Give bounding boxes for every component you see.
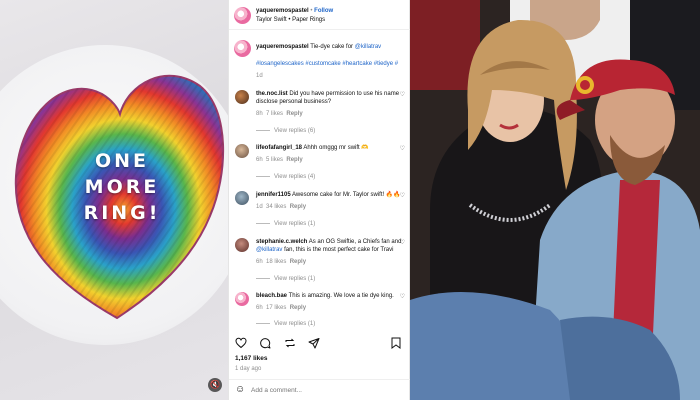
reply-button[interactable]: Reply bbox=[290, 259, 306, 265]
comment-avatar[interactable] bbox=[235, 292, 249, 306]
caption-time: 1d bbox=[256, 73, 263, 79]
bookmark-icon[interactable] bbox=[391, 336, 401, 354]
view-replies-line bbox=[256, 222, 270, 224]
reply-button[interactable]: Reply bbox=[286, 111, 302, 117]
comment-username[interactable]: the.noc.list bbox=[256, 91, 288, 97]
cake-text-line-3: RING! bbox=[83, 202, 161, 224]
view-replies-line bbox=[256, 322, 270, 324]
profile-avatar[interactable] bbox=[234, 7, 251, 24]
comment-text: As an OG Swiftie, a Chiefs fan and bbox=[308, 239, 402, 245]
reply-button[interactable]: Reply bbox=[290, 305, 306, 311]
couple-photo bbox=[410, 0, 700, 400]
comment-likes[interactable]: 18 likes bbox=[266, 259, 286, 265]
comment-heart-icon[interactable]: ♡ bbox=[400, 293, 405, 300]
heart-icon[interactable] bbox=[235, 336, 247, 354]
view-replies-line bbox=[256, 129, 270, 131]
follow-button[interactable]: Follow bbox=[314, 8, 333, 14]
posted-ago: 1 day ago bbox=[235, 366, 262, 372]
comment-heart-icon[interactable]: ♡ bbox=[400, 239, 405, 246]
comment-username[interactable]: lifeofafangirl_18 bbox=[256, 145, 302, 151]
cake-text-line-2: MORE bbox=[84, 176, 160, 198]
reply-button[interactable]: Reply bbox=[286, 157, 302, 163]
instagram-post-panel: yaqueremospastel • Follow Taylor Swift •… bbox=[228, 0, 411, 400]
comment-time: 6h bbox=[256, 157, 263, 163]
action-bar bbox=[235, 336, 328, 350]
view-replies-button[interactable]: View replies (1) bbox=[256, 320, 315, 328]
add-comment-bar: ☺ bbox=[229, 379, 411, 400]
cake-photo: ONE MORE RING! 🔇 bbox=[0, 0, 228, 400]
comment-text-line2: disclose personal business? bbox=[256, 99, 332, 105]
comment-text: This is amazing. We love a tie dye king. bbox=[288, 293, 394, 299]
header-subtitle[interactable]: Taylor Swift • Paper Rings bbox=[256, 16, 325, 24]
view-replies-line bbox=[256, 277, 270, 279]
view-replies-button[interactable]: View replies (4) bbox=[256, 173, 315, 181]
comment-mention[interactable]: @killatrav bbox=[256, 247, 282, 253]
comment-heart-icon[interactable]: ♡ bbox=[400, 192, 405, 199]
comment-heart-icon[interactable]: ♡ bbox=[400, 145, 405, 152]
view-replies-button[interactable]: View replies (1) bbox=[256, 220, 315, 228]
view-replies-label: View replies (4) bbox=[274, 174, 316, 180]
header-username[interactable]: yaqueremospastel bbox=[256, 8, 309, 14]
comment-time: 6h bbox=[256, 259, 263, 265]
comment-heart-icon[interactable]: ♡ bbox=[400, 91, 405, 98]
comment-text: Awesome cake for Mr. Taylor swift! 🔥🔥 bbox=[292, 192, 401, 198]
add-comment-input[interactable] bbox=[251, 385, 401, 396]
comment-avatar[interactable] bbox=[235, 191, 249, 205]
view-replies-label: View replies (6) bbox=[274, 128, 316, 134]
view-replies-label: View replies (1) bbox=[274, 321, 316, 327]
comment-time: 8h bbox=[256, 111, 263, 117]
caption-username[interactable]: yaqueremospastel bbox=[256, 44, 309, 50]
emoji-icon[interactable]: ☺ bbox=[235, 385, 245, 395]
volume-muted-icon[interactable]: 🔇 bbox=[208, 378, 222, 392]
view-replies-button[interactable]: View replies (6) bbox=[256, 127, 315, 135]
caption-text: Tie-dye cake for bbox=[310, 44, 355, 50]
caption-avatar[interactable] bbox=[234, 40, 251, 57]
post-header: yaqueremospastel • Follow Taylor Swift •… bbox=[229, 0, 411, 30]
cake-text-line-1: ONE bbox=[94, 150, 150, 172]
repost-icon[interactable] bbox=[284, 336, 296, 354]
view-replies-button[interactable]: View replies (1) bbox=[256, 275, 315, 283]
comment-avatar[interactable] bbox=[235, 144, 249, 158]
caption-hashtags[interactable]: #losangelescakes #customcake #heartcake … bbox=[256, 60, 398, 68]
comment-text: Did you have permission to use his name bbox=[289, 91, 400, 97]
comment-username[interactable]: stephanie.c.welch bbox=[256, 239, 307, 245]
comment-icon[interactable] bbox=[259, 336, 271, 354]
comment-likes[interactable]: 5 likes bbox=[266, 157, 283, 163]
comment-text-line2: fan, this is the most perfect cake for T… bbox=[282, 247, 394, 253]
view-replies-label: View replies (1) bbox=[274, 276, 316, 282]
comment-avatar[interactable] bbox=[235, 90, 249, 104]
likes-count[interactable]: 1,167 likes bbox=[235, 355, 268, 363]
comment-time: 1d bbox=[256, 204, 263, 210]
view-replies-label: View replies (1) bbox=[274, 221, 316, 227]
header-separator: • bbox=[310, 8, 313, 14]
comment-likes[interactable]: 17 likes bbox=[266, 305, 286, 311]
share-icon[interactable] bbox=[308, 336, 320, 354]
comment-avatar[interactable] bbox=[235, 238, 249, 252]
comment-text: Ahhh omggg mr swift 🫶 bbox=[303, 145, 369, 151]
comment-username[interactable]: jennifer1105 bbox=[256, 192, 291, 198]
comment-username[interactable]: bleach.bae bbox=[256, 293, 287, 299]
view-replies-line bbox=[256, 175, 270, 177]
comment-likes[interactable]: 7 likes bbox=[266, 111, 283, 117]
reply-button[interactable]: Reply bbox=[290, 204, 306, 210]
comment-time: 6h bbox=[256, 305, 263, 311]
comment-likes[interactable]: 34 likes bbox=[266, 204, 286, 210]
caption-mention[interactable]: @killatrav bbox=[355, 44, 381, 50]
